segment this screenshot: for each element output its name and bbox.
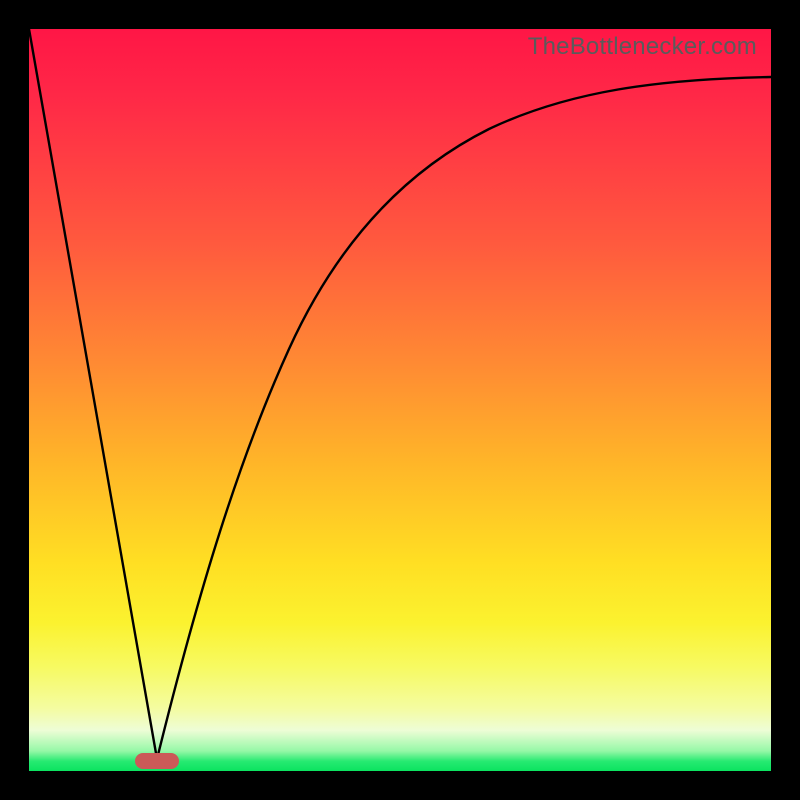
valley-marker-pill	[135, 753, 179, 769]
curve-right-branch	[157, 77, 771, 759]
curve-left-branch	[29, 29, 157, 759]
plot-area: TheBottlenecker.com	[29, 29, 771, 771]
bottleneck-curve	[29, 29, 771, 771]
chart-frame: TheBottlenecker.com	[0, 0, 800, 800]
